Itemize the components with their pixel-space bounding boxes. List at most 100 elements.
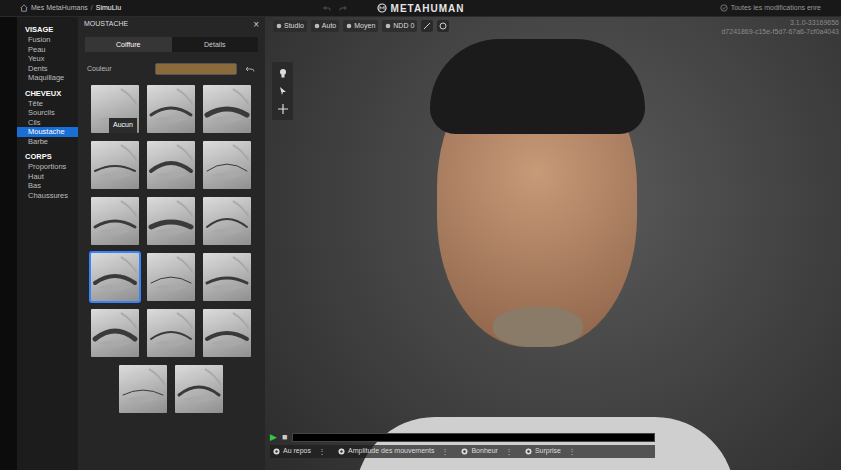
- timeline-track[interactable]: [292, 433, 655, 442]
- toolbar-button[interactable]: NDD 0: [382, 20, 417, 32]
- version-info: 3.1.0-33169656d7241869-c15e-f5d7-67a6-7c…: [721, 18, 839, 36]
- sidebar-item[interactable]: Barbe: [17, 137, 78, 147]
- beard-shape: [493, 307, 583, 347]
- style-thumbnail[interactable]: [201, 195, 253, 247]
- close-button[interactable]: ×: [253, 20, 259, 30]
- moustache-preview-icon: [203, 309, 251, 357]
- panel-title: MOUSTACHE: [84, 19, 128, 30]
- sidebar-item[interactable]: Haut: [17, 172, 78, 182]
- sidebar-section: CORPSProportionsHautBasChaussures: [17, 152, 78, 200]
- style-thumbnail[interactable]: [145, 307, 197, 359]
- animation-label: Bonheur: [471, 446, 497, 457]
- style-thumbnail[interactable]: [145, 83, 197, 135]
- move-icon[interactable]: [278, 104, 288, 114]
- animation-icon: [338, 448, 345, 455]
- animation-menu[interactable]: ⋮: [318, 446, 326, 458]
- toolbar-label: NDD 0: [393, 21, 414, 32]
- toolbar-button[interactable]: Auto: [311, 20, 339, 32]
- sidebar-item[interactable]: Chaussures: [17, 191, 78, 201]
- style-thumbnail[interactable]: [89, 251, 141, 303]
- moustache-preview-icon: [175, 365, 223, 413]
- style-thumbnail[interactable]: [89, 139, 141, 191]
- style-thumbnail[interactable]: [201, 307, 253, 359]
- play-button[interactable]: ▶: [270, 432, 277, 442]
- tabs: CoiffureDétails: [85, 37, 258, 52]
- toolbar-label: Auto: [322, 21, 336, 32]
- metahuman-logo-icon: [377, 3, 387, 13]
- playback-bar: ▶■: [270, 432, 655, 442]
- color-swatch[interactable]: [155, 63, 237, 75]
- viewport-toolbar: Studio Auto Moyen NDD 0: [273, 20, 449, 32]
- hair-shape: [430, 39, 645, 134]
- animation-chip[interactable]: Au repos ⋮: [270, 445, 329, 458]
- cursor-icon[interactable]: [278, 86, 288, 96]
- tab[interactable]: Détails: [172, 37, 259, 52]
- animation-chip[interactable]: Bonheur ⋮: [458, 445, 515, 458]
- animation-menu[interactable]: ⋮: [568, 446, 576, 458]
- sidebar-item[interactable]: Sourcils: [17, 108, 78, 118]
- stop-button[interactable]: ■: [282, 432, 287, 442]
- toolbar-button[interactable]: Studio: [273, 20, 307, 32]
- toolbar-label: Studio: [284, 21, 304, 32]
- sidebar-section: CHEVEUXTêteSourcilsCilsMoustacheBarbe: [17, 89, 78, 147]
- animation-menu[interactable]: ⋮: [441, 446, 449, 458]
- logo-text: METAHUMAN: [391, 1, 465, 16]
- moustache-preview-icon: [147, 253, 195, 301]
- sidebar-item[interactable]: Fusion: [17, 35, 78, 45]
- home-icon[interactable]: [20, 4, 28, 12]
- shirt-shape: [355, 417, 735, 470]
- sidebar-item[interactable]: Peau: [17, 45, 78, 55]
- animation-chip[interactable]: Amplitude des mouvements⋮: [335, 445, 452, 458]
- toolbar-button[interactable]: Moyen: [343, 20, 378, 32]
- sidebar-item[interactable]: Tête: [17, 99, 78, 109]
- moustache-preview-icon: [91, 197, 139, 245]
- sphere-icon[interactable]: [437, 20, 449, 32]
- style-thumbnail[interactable]: [89, 195, 141, 247]
- sidebar-item[interactable]: Proportions: [17, 162, 78, 172]
- style-thumbnail[interactable]: [145, 195, 197, 247]
- style-thumbnail[interactable]: [201, 83, 253, 135]
- sidebar-item[interactable]: Dents: [17, 64, 78, 74]
- sidebar-item[interactable]: Cils: [17, 118, 78, 128]
- sidebar-item[interactable]: Maquillage: [17, 73, 78, 83]
- style-thumbnail[interactable]: Aucun: [89, 83, 141, 135]
- moustache-preview-icon: [203, 253, 251, 301]
- animation-menu[interactable]: ⋮: [505, 446, 513, 458]
- breadcrumb-link[interactable]: Mes MetaHumans: [31, 3, 88, 14]
- viewport: Studio Auto Moyen NDD 0 3.1.0-33169656d72418…: [265, 17, 841, 470]
- style-thumbnail[interactable]: [201, 251, 253, 303]
- style-thumbnail[interactable]: [145, 251, 197, 303]
- breadcrumb: Mes MetaHumans/SimuLiu: [20, 3, 377, 14]
- moustache-preview-icon: [203, 85, 251, 133]
- redo-icon[interactable]: [339, 4, 347, 12]
- style-thumbnail[interactable]: [89, 307, 141, 359]
- style-thumbnail[interactable]: [117, 363, 169, 415]
- animation-row: Au repos⋮Amplitude des mouvements⋮Bonheu…: [270, 445, 655, 458]
- option-icon: [314, 23, 320, 29]
- toolbar-label: Moyen: [354, 21, 375, 32]
- sidebar-section-title: CORPS: [17, 152, 78, 162]
- moustache-panel: MOUSTACHE×CoiffureDétailsCouleurAucun: [78, 17, 265, 470]
- head-icon[interactable]: [278, 68, 288, 78]
- brush-icon[interactable]: [421, 20, 433, 32]
- animation-icon: [273, 448, 280, 455]
- style-thumbnail[interactable]: [201, 139, 253, 191]
- animation-chip[interactable]: Surprise⋮: [522, 445, 579, 458]
- style-thumbnail[interactable]: [173, 363, 225, 415]
- history-buttons: [323, 4, 347, 12]
- sidebar-item[interactable]: Yeux: [17, 54, 78, 64]
- sidebar-section-title: VISAGE: [17, 25, 78, 35]
- moustache-preview-icon: [203, 197, 251, 245]
- animation-icon: [461, 448, 468, 455]
- moustache-preview-icon: [147, 309, 195, 357]
- save-status-text: Toutes les modifications enre: [731, 3, 821, 14]
- sidebar: VISAGEFusionPeauYeuxDentsMaquillage CHEVE…: [17, 17, 78, 470]
- reset-icon[interactable]: [245, 65, 255, 74]
- sidebar-item[interactable]: Moustache: [17, 127, 78, 137]
- undo-icon[interactable]: [323, 4, 331, 12]
- animation-label: Au repos: [283, 446, 311, 457]
- sidebar-item[interactable]: Bas: [17, 181, 78, 191]
- tab[interactable]: Coiffure: [85, 37, 172, 52]
- character-render: [265, 17, 841, 470]
- style-thumbnail[interactable]: [145, 139, 197, 191]
